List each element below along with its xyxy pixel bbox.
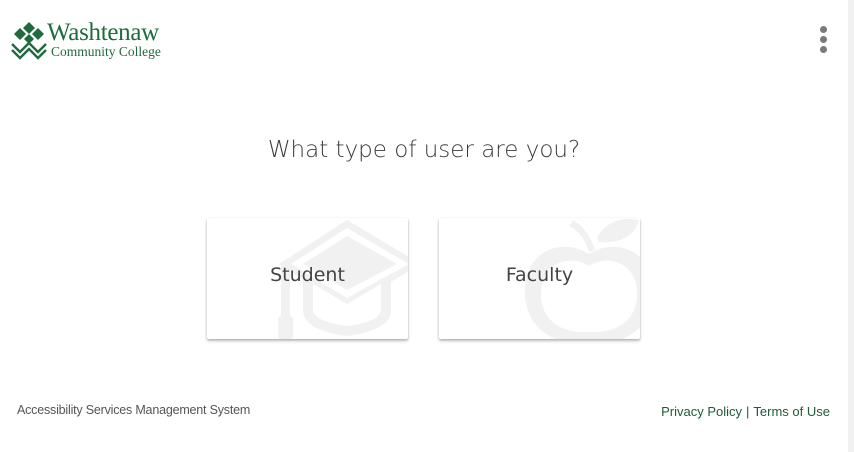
faculty-option-label: Faculty: [505, 264, 574, 286]
page: Washtenaw Community College What type of…: [0, 0, 854, 452]
footer-links: Privacy Policy | Terms of Use: [661, 404, 830, 419]
terms-of-use-link[interactable]: Terms of Use: [753, 404, 830, 419]
footer-separator: |: [746, 404, 750, 419]
logo-wordmark: Washtenaw: [47, 19, 159, 46]
student-option-card[interactable]: Student: [207, 218, 408, 339]
privacy-policy-link[interactable]: Privacy Policy: [661, 404, 742, 419]
scrollbar[interactable]: [848, 0, 854, 452]
college-logo[interactable]: Washtenaw Community College: [10, 19, 180, 64]
faculty-option-card[interactable]: Faculty: [439, 218, 640, 339]
page-title: What type of user are you?: [267, 137, 581, 163]
wcc-logo-icon: [11, 22, 47, 60]
student-option-label: Student: [270, 264, 345, 286]
logo-subtitle: Community College: [51, 44, 161, 59]
system-name: Accessibility Services Management System: [17, 403, 251, 417]
more-vert-icon[interactable]: [812, 22, 836, 56]
